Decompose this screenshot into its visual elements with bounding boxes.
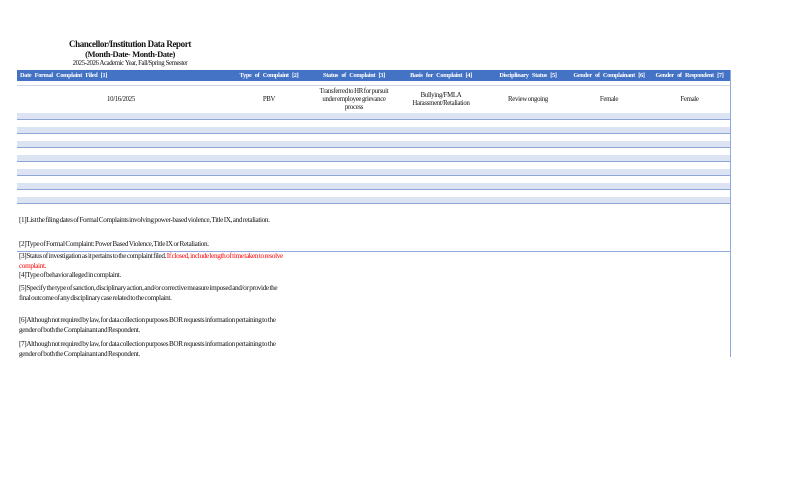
footnote-4-text: Type of behavior alleged in complaint. <box>26 271 120 279</box>
table-data-row: 10/16/2025 PBV Transferred to HR for pur… <box>17 86 730 113</box>
empty-table-row <box>17 113 730 120</box>
footnote-2-text: Type of Formal Complaint: Power Based Vi… <box>26 240 208 248</box>
empty-table-row <box>17 155 730 162</box>
footnote-6: [6]Although not required by law, for dat… <box>19 316 283 335</box>
cell-gender-respondent: Female <box>649 86 730 113</box>
footnote-1: [1]List the filing dates of Formal Compl… <box>19 216 283 226</box>
empty-table-row <box>17 197 730 204</box>
empty-table-row <box>17 183 730 190</box>
col-header-gender-complainant: Gender of Complainant [6] <box>569 70 649 81</box>
footnote-5: [5]Specify the type of sanction, discipl… <box>19 284 283 303</box>
cell-date-filed: 10/16/2025 <box>17 86 225 113</box>
report-date-range: (Month-Date- Month-Date) <box>18 49 242 59</box>
cell-status: Transferred to HR for pursuit under empl… <box>313 86 395 113</box>
empty-table-row <box>17 141 730 148</box>
col-header-basis: Basis for Complaint [4] <box>395 70 487 81</box>
empty-table-row <box>17 127 730 134</box>
report-title: Chancellor/Institution Data Report <box>18 39 242 49</box>
cell-disciplinary-status: Review ongoing <box>487 86 569 113</box>
cell-type: PBV <box>225 86 313 113</box>
report-page: Chancellor/Institution Data Report (Mont… <box>0 0 800 486</box>
footnote-1-text: List the filing dates of Formal Complain… <box>26 216 269 224</box>
footnote-3: [3]Status of investigation as it pertain… <box>19 252 283 271</box>
col-header-disciplinary-status: Disciplinary Status [5] <box>487 70 569 81</box>
empty-table-row <box>17 169 730 176</box>
footnote-2: [2]Type of Formal Complaint: Power Based… <box>19 240 283 250</box>
col-header-status: Status of Complaint [3] <box>313 70 395 81</box>
col-header-type: Type of Complaint [2] <box>225 70 313 81</box>
table-header-row: Date Formal Complaint Filed [1] Type of … <box>17 70 730 81</box>
footnote-3-text: Status of investigation as it pertains t… <box>26 252 166 260</box>
footnote-5-text: Specify the type of sanction, disciplina… <box>19 284 277 302</box>
cell-basis: Bullying/FMLA Harassment/Retaliation <box>395 86 487 113</box>
footnote-7-text: Although not required by law, for data c… <box>19 340 276 358</box>
col-header-date-filed: Date Formal Complaint Filed [1] <box>17 70 225 81</box>
footnote-7: [7]Although not required by law, for dat… <box>19 340 283 359</box>
empty-table-rows <box>17 113 730 204</box>
col-header-gender-respondent: Gender of Respondent [7] <box>649 70 730 81</box>
report-academic-year: 2025-2026 Academic Year, Fall/Spring Sem… <box>18 60 242 68</box>
report-title-block: Chancellor/Institution Data Report (Mont… <box>18 39 242 68</box>
cell-gender-complainant: Female <box>569 86 649 113</box>
table-right-border <box>730 70 731 357</box>
footnote-6-text: Although not required by law, for data c… <box>19 316 276 334</box>
footnote-4: [4]Type of behavior alleged in complaint… <box>19 271 283 281</box>
